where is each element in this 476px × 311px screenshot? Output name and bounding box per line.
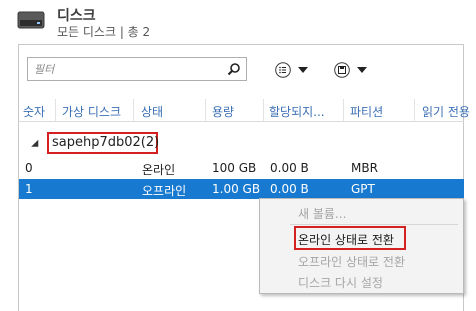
- cell-status: 오프라인: [142, 184, 187, 198]
- group-label: sapehp7db02(2): [52, 135, 160, 150]
- save-icon: [334, 62, 350, 78]
- column-header-unallocated[interactable]: 할당되지...: [269, 103, 325, 120]
- cell-number: 1: [25, 182, 33, 196]
- context-menu: 새 볼륨... 온라인 상태로 전환 오프라인 상태로 전환 디스크 다시 설정: [259, 198, 464, 294]
- disk-drive-icon: [17, 11, 45, 29]
- menu-item-bring-online[interactable]: 온라인 상태로 전환: [298, 231, 394, 248]
- menu-separator: [290, 224, 458, 225]
- list-view-icon: [275, 62, 291, 78]
- column-header-partition[interactable]: 파티션: [350, 103, 383, 120]
- cell-status: 온라인: [142, 163, 176, 177]
- table-row[interactable]: 0 온라인 100 GB 0.00 B MBR: [19, 158, 464, 178]
- cell-partition: GPT: [351, 182, 375, 196]
- menu-item-take-offline[interactable]: 오프라인 상태로 전환: [298, 253, 405, 270]
- table-row-selected[interactable]: 1 오프라인 1.00 GB 0.00 B GPT: [19, 179, 464, 199]
- search-icon[interactable]: [227, 62, 241, 76]
- chevron-down-icon: [357, 67, 367, 73]
- column-header-row: 숫자 가상 디스크 상태 용량 할당되지... 파티션 읽기 전용: [19, 99, 470, 122]
- column-header-capacity[interactable]: 용량: [212, 103, 234, 120]
- cell-unallocated: 0.00 B: [270, 182, 309, 196]
- cell-unallocated: 0.00 B: [270, 161, 309, 175]
- column-header-number[interactable]: 숫자: [23, 103, 45, 120]
- page-title: 디스크: [57, 8, 96, 24]
- menu-item-new-volume[interactable]: 새 볼륨...: [298, 205, 346, 222]
- column-header-virtual-disk[interactable]: 가상 디스크: [62, 103, 121, 120]
- menu-item-reset-disk[interactable]: 디스크 다시 설정: [298, 274, 383, 291]
- chevron-down-icon: [298, 67, 308, 73]
- page-subtitle: 모든 디스크 | 총 2: [57, 25, 151, 39]
- filter-input[interactable]: [34, 60, 214, 78]
- column-header-status[interactable]: 상태: [141, 103, 163, 120]
- filter-box: [27, 57, 247, 81]
- save-options-button[interactable]: [334, 59, 372, 81]
- cell-capacity: 100 GB: [212, 161, 257, 175]
- view-options-button[interactable]: [275, 59, 313, 81]
- column-header-read-only[interactable]: 읽기 전용: [422, 103, 470, 120]
- cell-partition: MBR: [351, 161, 378, 175]
- cell-number: 0: [25, 161, 33, 175]
- cell-capacity: 1.00 GB: [212, 182, 261, 196]
